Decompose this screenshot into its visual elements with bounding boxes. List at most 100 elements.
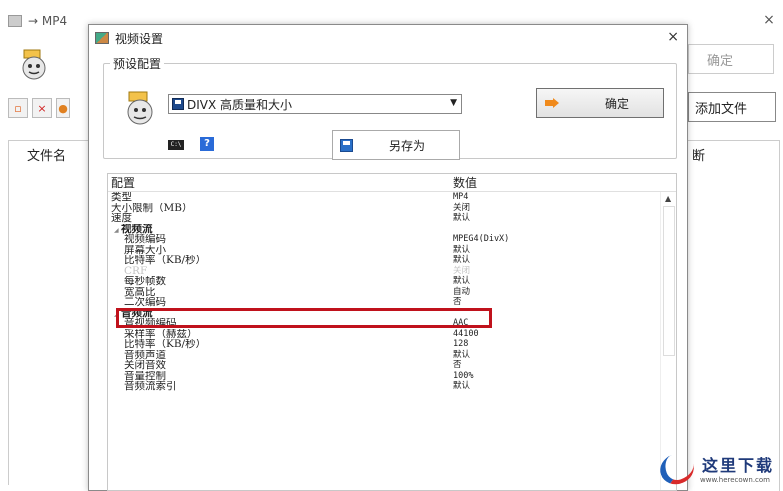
- app-logo-icon: [22, 49, 46, 80]
- property-value[interactable]: 默认: [451, 350, 470, 361]
- property-name: 音量控制: [108, 371, 451, 382]
- grid-property-row[interactable]: 屏幕大小 默认: [108, 245, 661, 256]
- preset-legend: 预设配置: [113, 57, 162, 71]
- video-settings-dialog: 视频设置 × 预设配置 DIVX 高质量和大小 ▼ 确定 C:\ ? 另存为 配…: [88, 24, 688, 491]
- grid-scrollbar[interactable]: ▲: [660, 192, 676, 490]
- property-name-text: 宽高比: [124, 286, 156, 297]
- file-name-header: 文件名: [8, 140, 90, 164]
- property-name: 比特率（KB/秒）: [108, 339, 451, 350]
- property-name-text: 关闭音效: [124, 360, 166, 371]
- grid-property-row[interactable]: 类型 MP4: [108, 192, 661, 203]
- property-name-text: 每秒帧数: [124, 276, 166, 287]
- property-name: 宽高比: [108, 287, 451, 298]
- property-value[interactable]: 关闭: [451, 203, 470, 214]
- collapse-triangle-icon[interactable]: ◢: [111, 310, 121, 319]
- grid-property-row[interactable]: 音频流索引 默认: [108, 381, 661, 392]
- grid-property-row[interactable]: 速度 默认: [108, 213, 661, 224]
- preset-ok-button[interactable]: 确定: [536, 88, 664, 118]
- grid-property-row[interactable]: 音量控制 100%: [108, 371, 661, 382]
- property-name: 二次编码: [108, 297, 451, 308]
- preset-logo-icon: [127, 91, 153, 125]
- grid-property-row[interactable]: 音频声道 默认: [108, 350, 661, 361]
- property-name-text: 音频流: [121, 307, 153, 318]
- app-icon: [8, 15, 22, 27]
- dialog-icon: [95, 32, 109, 44]
- main-close-icon[interactable]: ×: [761, 12, 777, 28]
- main-ok-button[interactable]: 确定: [688, 44, 774, 74]
- right-column-header: 断: [688, 140, 780, 164]
- orange-icon[interactable]: ●: [56, 98, 70, 118]
- dropdown-arrow-icon: ▼: [450, 98, 457, 108]
- grid-property-row[interactable]: 采样率（赫兹） 44100: [108, 329, 661, 340]
- property-name: 屏幕大小: [108, 245, 451, 256]
- grid-property-row[interactable]: 视频编码 MPEG4(DivX): [108, 234, 661, 245]
- property-name-text: 比特率（KB/秒）: [124, 339, 207, 350]
- grid-property-row[interactable]: 比特率（KB/秒） 128: [108, 339, 661, 350]
- property-value[interactable]: 自动: [451, 287, 470, 298]
- watermark-logo-icon: [655, 449, 699, 489]
- grid-category-row[interactable]: ◢ 音频流: [108, 308, 661, 319]
- property-name-text: 类型: [111, 192, 132, 203]
- add-doc-icon[interactable]: ▫: [8, 98, 28, 118]
- property-value[interactable]: 44100: [451, 329, 479, 340]
- collapse-triangle-icon[interactable]: ◢: [111, 226, 121, 235]
- property-name-text: 大小限制（MB）: [111, 202, 193, 213]
- watermark: 这里下载 www.herecown.com: [655, 448, 780, 490]
- preset-profile-select[interactable]: DIVX 高质量和大小 ▼: [168, 94, 462, 114]
- help-icon[interactable]: ?: [200, 137, 214, 151]
- file-list-panel: [8, 161, 90, 485]
- property-name-text: 音频流索引: [124, 381, 177, 392]
- grid-header-name: 配置: [111, 176, 136, 190]
- save-as-label: 另存为: [389, 138, 426, 153]
- save-icon: [340, 138, 353, 152]
- grid-property-row[interactable]: CRF 关闭: [108, 266, 661, 277]
- property-name: 每秒帧数: [108, 276, 451, 287]
- property-name: 视频编码: [108, 234, 451, 245]
- property-name: 大小限制（MB）: [108, 203, 451, 214]
- grid-property-row[interactable]: 比特率（KB/秒） 默认: [108, 255, 661, 266]
- property-name-text: 音量控制: [124, 370, 166, 381]
- watermark-text: 这里下载: [702, 456, 775, 475]
- property-name-text: 比特率（KB/秒）: [124, 255, 207, 266]
- grid-property-row[interactable]: 音视频编码 AAC: [108, 318, 661, 329]
- property-value[interactable]: 默认: [451, 255, 470, 266]
- property-name-text: 屏幕大小: [124, 244, 166, 255]
- delete-icon[interactable]: ×: [32, 98, 52, 118]
- dialog-close-icon[interactable]: ×: [667, 29, 679, 45]
- property-name-text: CRF: [124, 265, 148, 276]
- property-name-text: 音频声道: [124, 349, 166, 360]
- grid-property-row[interactable]: 二次编码 否: [108, 297, 661, 308]
- property-value[interactable]: 100%: [451, 371, 473, 382]
- scroll-up-icon[interactable]: ▲: [665, 194, 671, 203]
- property-value: [451, 224, 453, 235]
- grid-property-row[interactable]: 每秒帧数 默认: [108, 276, 661, 287]
- property-value[interactable]: AAC: [451, 318, 468, 329]
- property-value: [451, 308, 453, 319]
- property-value[interactable]: 否: [451, 297, 462, 308]
- property-value[interactable]: 128: [451, 339, 468, 350]
- grid-property-row[interactable]: 关闭音效 否: [108, 360, 661, 371]
- main-title-text: → MP4: [28, 14, 68, 28]
- property-value[interactable]: 默认: [451, 276, 470, 287]
- add-file-button[interactable]: 添加文件: [688, 92, 776, 122]
- scroll-thumb[interactable]: [663, 206, 675, 356]
- property-name: 速度: [108, 213, 451, 224]
- property-name: 关闭音效: [108, 360, 451, 371]
- property-value[interactable]: 否: [451, 360, 462, 371]
- grid-category-row[interactable]: ◢ 视频流: [108, 224, 661, 235]
- property-name-text: 速度: [111, 213, 132, 224]
- save-as-button[interactable]: 另存为: [332, 130, 460, 160]
- property-name-text: 采样率（赫兹）: [124, 328, 198, 339]
- property-value[interactable]: MP4: [451, 192, 468, 203]
- property-value[interactable]: 默认: [451, 381, 470, 392]
- command-prompt-icon[interactable]: C:\: [168, 140, 184, 150]
- property-name: 音频流索引: [108, 381, 451, 392]
- property-name: ◢ 音频流: [108, 308, 451, 319]
- property-value[interactable]: 默认: [451, 213, 470, 224]
- property-value[interactable]: MPEG4(DivX): [451, 234, 509, 245]
- property-value[interactable]: 默认: [451, 245, 470, 256]
- grid-property-row[interactable]: 宽高比 自动: [108, 287, 661, 298]
- property-value[interactable]: 关闭: [451, 266, 470, 277]
- grid-property-row[interactable]: 大小限制（MB） 关闭: [108, 203, 661, 214]
- property-name: 音视频编码: [108, 318, 451, 329]
